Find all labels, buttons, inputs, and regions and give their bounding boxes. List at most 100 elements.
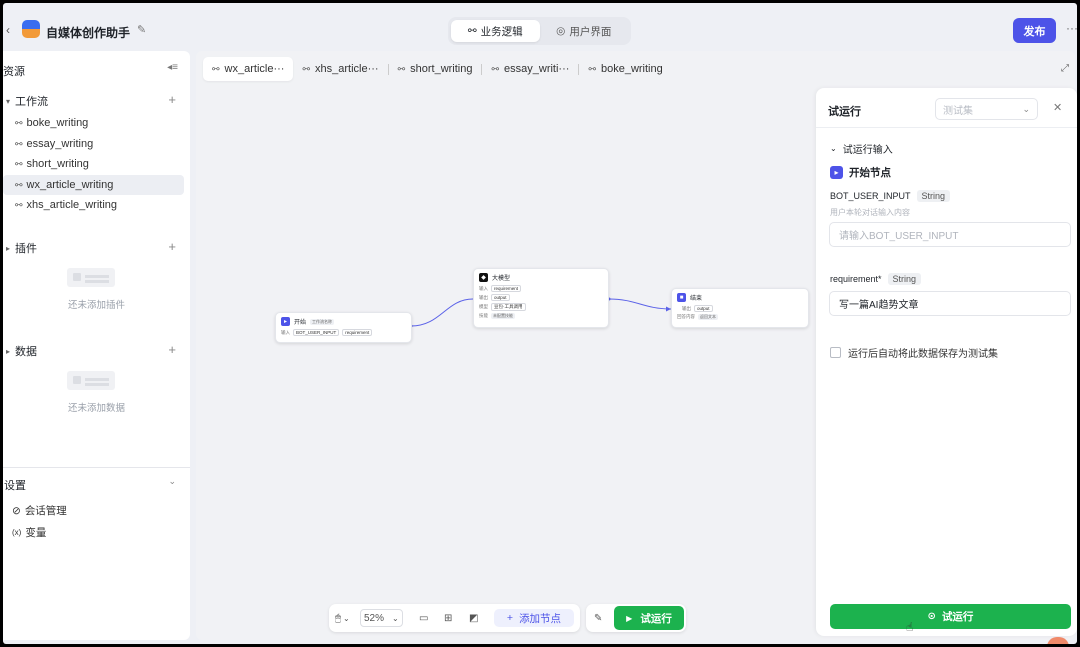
tab-business-logic[interactable]: ⚯ 业务逻辑	[451, 20, 540, 42]
play-icon: ▶	[626, 613, 633, 623]
mouse-cursor-icon: ☝	[906, 620, 914, 634]
publish-button[interactable]: 发布	[1013, 18, 1056, 43]
sidebar-title: 资源	[3, 66, 25, 78]
tab-label: 用户界面	[569, 25, 612, 38]
section-title: 插件	[15, 243, 38, 255]
chevron-right-icon: ▸	[6, 346, 11, 356]
panel-divider	[816, 127, 1077, 128]
add-node-label: 添加节点	[519, 612, 562, 625]
section-settings[interactable]: 设置	[4, 477, 26, 493]
chevron-down-icon: ⌄	[392, 613, 399, 623]
param-chip: requirement	[342, 329, 373, 336]
workflow-label: wx_article_writing	[26, 179, 114, 191]
node-label: 开始节点	[849, 167, 891, 179]
back-icon[interactable]: ‹	[6, 23, 10, 37]
section-run-input[interactable]: ⌄ 试运行输入	[830, 141, 893, 156]
tool-icon[interactable]: ✎	[594, 609, 602, 627]
start-node[interactable]: ▸ 开始 工作流名称 输入 BOT_USER_INPUT requirement	[275, 312, 412, 343]
row-label: 输入	[281, 329, 290, 335]
chevron-down-icon: ⌄	[343, 613, 350, 623]
type-tag: String	[887, 273, 922, 285]
add-plugin-button[interactable]: +	[168, 239, 176, 254]
sidebar-item-wx-article-writing[interactable]: ⚯ wx_article_writing	[3, 175, 184, 195]
settings-item-variables[interactable]: (x) 变量	[12, 525, 46, 540]
layout-icon[interactable]: ⊞	[444, 609, 452, 627]
empty-placeholder-image	[67, 268, 115, 287]
testset-select[interactable]: 测试集 ⌄	[935, 98, 1038, 120]
section-data[interactable]: ▸ 数据	[6, 343, 37, 359]
section-title: 工作流	[15, 96, 49, 108]
section-label: 试运行输入	[842, 145, 893, 156]
requirement-input-field[interactable]: 写一篇AI趋势文章	[829, 291, 1071, 316]
sidebar-item-essay-writing[interactable]: ⚯ essay_writing	[3, 134, 184, 154]
sidebar-item-xhs-article-writing[interactable]: ⚯ xhs_article_writing	[3, 195, 184, 215]
test-run-button[interactable]: ▶ 试运行	[614, 606, 684, 630]
param-chip: requirement	[491, 285, 522, 292]
pointer-mode-button[interactable]: 🖱 ⌄	[335, 609, 350, 627]
sidebar-item-boke-writing[interactable]: ⚯ boke_writing	[3, 113, 184, 133]
end-node[interactable]: ■ 结束 输出 output 回答内容 返回文本	[671, 288, 809, 328]
plugins-empty-text: 还未添加插件	[67, 300, 125, 311]
llm-node[interactable]: ◆ 大模型 输入 requirement 输出 output 模型 豆包·工具调…	[473, 268, 609, 328]
play-circle-icon: ⊙	[927, 611, 936, 622]
empty-placeholder-image	[67, 371, 115, 390]
add-data-button[interactable]: +	[168, 342, 176, 357]
run-label: 试运行	[640, 612, 672, 625]
edit-icon[interactable]: ✎	[137, 23, 146, 36]
panel-title: 试运行	[828, 106, 861, 118]
checkbox-label: 运行后自动将此数据保存为测试集	[848, 349, 998, 360]
field-name: BOT_USER_INPUT	[830, 191, 911, 201]
node-title: 结束	[690, 296, 703, 302]
settings-label: 变量	[25, 527, 47, 539]
param-chip: 返回文本	[698, 314, 718, 320]
bot-user-input-field[interactable]: 请输入BOT_USER_INPUT	[829, 222, 1071, 247]
workflow-icon: ⚯	[15, 199, 23, 210]
sidebar-item-short-writing[interactable]: ⚯ short_writing	[3, 154, 184, 174]
chevron-down-icon[interactable]: ⌄	[168, 476, 176, 487]
chevron-down-icon: ▾	[6, 96, 11, 106]
add-workflow-button[interactable]: +	[168, 92, 176, 107]
save-as-testset-option[interactable]: 运行后自动将此数据保存为测试集	[830, 345, 998, 360]
row-label: 模型	[479, 304, 488, 309]
settings-item-conversation[interactable]: ⊘ 会话管理	[12, 503, 67, 518]
conversation-icon: ⊘	[12, 504, 21, 517]
minimap-icon[interactable]: ◩	[469, 609, 478, 627]
tab-label: 业务逻辑	[480, 25, 523, 38]
comment-icon[interactable]: ▭	[419, 609, 428, 627]
save-as-testset-checkbox[interactable]	[830, 347, 841, 358]
field-description: 用户本轮对话输入内容	[830, 208, 910, 217]
select-placeholder: 测试集	[943, 105, 973, 117]
section-plugins[interactable]: ▸ 插件	[6, 240, 37, 256]
section-title: 设置	[4, 480, 26, 492]
section-workflows[interactable]: ▾ 工作流	[6, 93, 48, 109]
chevron-down-icon: ⌄	[1022, 103, 1030, 114]
add-node-button[interactable]: + 添加节点	[494, 609, 574, 627]
app-logo	[22, 20, 40, 38]
row-label: 输入	[479, 285, 488, 291]
app-title: 自媒体创作助手	[46, 26, 131, 40]
zoom-select[interactable]: 52% ⌄	[360, 609, 403, 627]
collapse-sidebar-icon[interactable]: ◂≡	[167, 62, 178, 73]
app-window: ‹ 自媒体创作助手 ✎ ⚯ 业务逻辑 ◎ 用户界面 发布 ··· 资源 ◂≡ ▾…	[3, 3, 1077, 644]
sidebar-divider	[3, 467, 190, 468]
field-label-bot-user-input: BOT_USER_INPUT String	[830, 190, 951, 202]
workflow-label: essay_writing	[26, 138, 94, 150]
tab-user-interface[interactable]: ◎ 用户界面	[540, 20, 629, 42]
node-tag: 工作流名称	[310, 318, 335, 325]
canvas-toolbar: 🖱 ⌄ 52% ⌄ ▭ ⊞ ◩ + 添加节点	[329, 604, 580, 632]
chevron-right-icon: ▸	[6, 243, 11, 253]
variable-icon: (x)	[12, 528, 22, 537]
model-icon: ◆	[479, 273, 488, 282]
node-title: 开始	[294, 320, 307, 326]
row-label: 输出	[682, 305, 691, 311]
close-icon[interactable]: ✕	[1053, 101, 1062, 114]
workflow-label: short_writing	[26, 158, 89, 170]
workflow-icon: ⚯	[15, 138, 23, 149]
end-icon: ■	[677, 293, 686, 302]
row-label: 技能	[479, 313, 488, 318]
run-label: 试运行	[941, 611, 974, 623]
workflow-label: boke_writing	[26, 117, 89, 129]
workflow-icon: ⚯	[15, 117, 23, 128]
panel-test-run-button[interactable]: ⊙ 试运行	[830, 604, 1071, 629]
more-icon[interactable]: ···	[1066, 21, 1077, 35]
